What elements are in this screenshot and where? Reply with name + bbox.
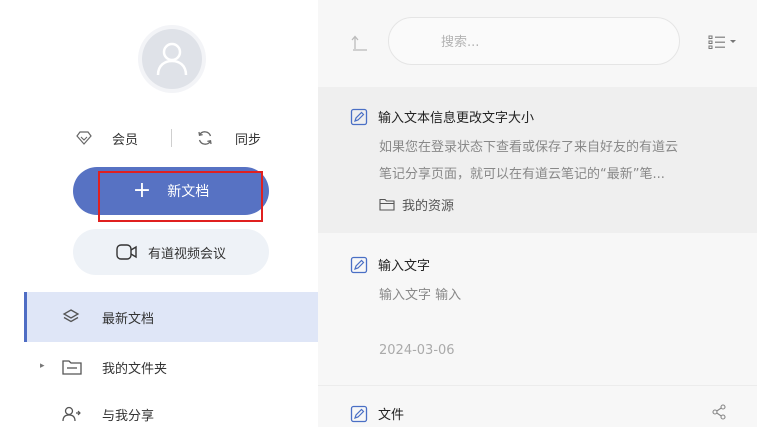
search-box	[388, 17, 680, 65]
note-item[interactable]: 文件	[318, 385, 757, 427]
member-sync-row: 会员 同步	[0, 126, 318, 150]
sidebar: 会员 同步 + 新文档 有道视频会议 最新文档 ▸ 我的文件夹 与我分享	[0, 0, 318, 427]
note-title: 输入文字	[378, 259, 431, 274]
nav-item-recent[interactable]: 最新文档	[24, 292, 318, 342]
sync-button[interactable]: 同步	[197, 126, 261, 150]
note-snippet: 输入文字 输入	[379, 288, 462, 303]
sync-icon	[198, 131, 212, 145]
new-document-label: 新文档	[167, 184, 210, 200]
folder-icon	[379, 198, 395, 211]
note-title-row: 输入文本信息更改文字大小	[350, 107, 534, 126]
note-title-row: 文件	[350, 404, 404, 423]
note-item[interactable]: 输入文本信息更改文字大小 如果您在登录状态下查看或保存了来自好友的有道云 笔记分…	[318, 87, 757, 233]
member-label: 会员	[112, 132, 139, 148]
note-title-row: 输入文字	[350, 255, 430, 274]
note-snippet-line: 笔记分享页面，就可以在有道云笔记的“最新”笔...	[379, 167, 665, 182]
video-meeting-button[interactable]: 有道视频会议	[73, 229, 269, 275]
note-icon	[350, 108, 368, 125]
new-document-button[interactable]: + 新文档	[73, 167, 269, 215]
note-title: 输入文本信息更改文字大小	[378, 111, 535, 126]
search-input[interactable]	[439, 31, 663, 53]
shared-users-icon	[62, 406, 81, 422]
avatar[interactable]	[142, 29, 202, 89]
nav-item-my-folders[interactable]: ▸ 我的文件夹	[24, 342, 318, 392]
note-snippet: 如果您在登录状态下查看或保存了来自好友的有道云 笔记分享页面，就可以在有道云笔记…	[379, 134, 739, 188]
layers-icon	[62, 309, 80, 323]
nav-label-recent: 最新文档	[102, 311, 155, 327]
plus-icon: +	[132, 178, 152, 203]
nav-label-shared: 与我分享	[102, 408, 155, 424]
note-folder-label: 我的资源	[402, 199, 455, 214]
note-folder: 我的资源	[379, 195, 454, 214]
divider	[171, 129, 172, 147]
note-item[interactable]: 输入文字 输入文字 输入 2024-03-06	[318, 233, 757, 385]
note-icon	[350, 256, 368, 273]
folder-icon	[62, 360, 82, 375]
share-icon[interactable]	[711, 404, 727, 420]
list-view-icon[interactable]	[708, 34, 740, 50]
nav-item-shared[interactable]: 与我分享	[24, 389, 318, 439]
user-icon	[156, 42, 188, 76]
sync-label: 同步	[235, 132, 262, 148]
note-title: 文件	[378, 408, 405, 423]
note-date: 2024-03-06	[379, 343, 455, 358]
video-meeting-label: 有道视频会议	[147, 246, 226, 262]
video-camera-icon	[116, 244, 137, 260]
up-level-icon[interactable]	[350, 34, 370, 52]
expand-arrow-icon[interactable]: ▸	[40, 361, 45, 371]
member-button[interactable]: 会员	[76, 126, 138, 150]
nav-label-my-folders: 我的文件夹	[102, 361, 168, 377]
note-icon	[350, 405, 368, 422]
note-snippet-line: 如果您在登录状态下查看或保存了来自好友的有道云	[379, 140, 679, 155]
diamond-icon	[76, 131, 92, 145]
